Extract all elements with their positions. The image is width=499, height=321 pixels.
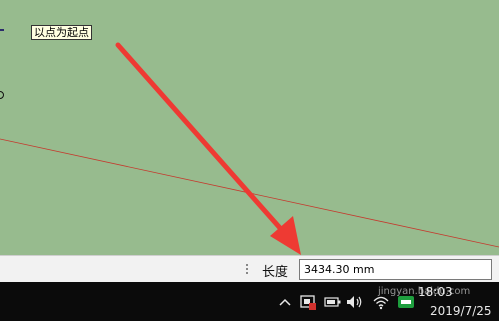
- measurement-label: 长度: [262, 265, 289, 280]
- clock-time[interactable]: 18:03: [418, 285, 453, 299]
- battery-icon[interactable]: [323, 282, 343, 321]
- status-divider: [246, 264, 248, 276]
- inference-tooltip: 以点为起点: [31, 25, 92, 40]
- clock-date[interactable]: 2019/7/25: [430, 304, 492, 318]
- left-edge-mark: [0, 29, 4, 31]
- taskbar: 18:03 2019/7/25: [0, 282, 499, 321]
- measurement-value-box[interactable]: [299, 259, 492, 280]
- app-alert-icon[interactable]: [298, 282, 318, 321]
- chevron-up-icon[interactable]: [276, 282, 294, 321]
- ime-icon[interactable]: [396, 282, 416, 321]
- drawing-viewport[interactable]: 以点为起点: [0, 0, 499, 255]
- network-icon[interactable]: [370, 282, 392, 321]
- status-bar: 长度: [0, 255, 499, 282]
- volume-icon[interactable]: [345, 282, 365, 321]
